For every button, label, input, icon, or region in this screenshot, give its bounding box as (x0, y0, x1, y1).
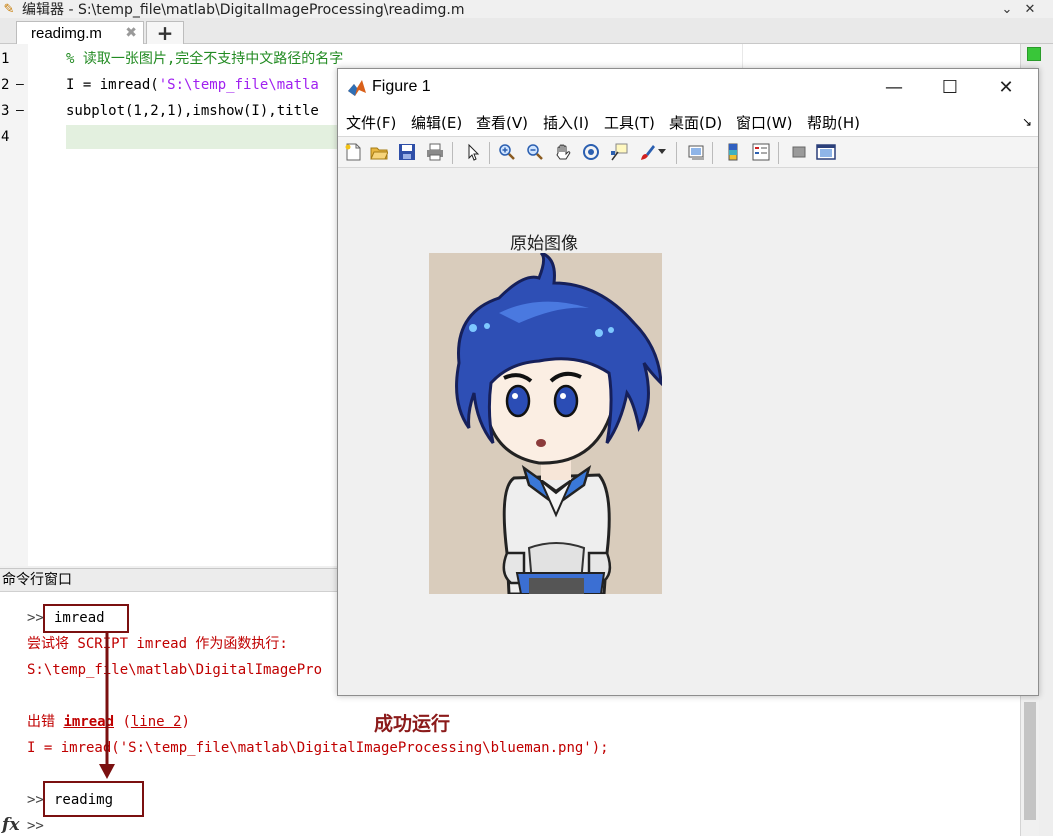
error-paren: ( (114, 714, 131, 730)
tab-readimg[interactable]: readimg.m ✖ (16, 21, 144, 44)
figure-titlebar[interactable]: Figure 1 — ☐ ✕ (338, 69, 1038, 106)
figure-menubar: 文件(F) 编辑(E) 查看(V) 插入(I) 工具(T) 桌面(D) 窗口(W… (338, 106, 1038, 136)
annotation-success: 成功运行 (374, 713, 451, 735)
code-string: 'S:\temp_file\matla (158, 77, 319, 93)
toolbar-separator (676, 142, 677, 164)
menu-window[interactable]: 窗口(W) (736, 112, 793, 133)
close-icon[interactable]: ✕ (1021, 0, 1039, 18)
save-icon[interactable] (396, 141, 418, 163)
toolbar-separator (712, 142, 713, 164)
show-plot-tools-icon[interactable] (815, 141, 837, 163)
menu-insert[interactable]: 插入(I) (543, 112, 589, 133)
line-number: 1 (1, 51, 10, 67)
error-location: 出错 imread (line 2) (27, 713, 190, 731)
error-prefix: 出错 (27, 714, 64, 730)
error-message: 尝试将 SCRIPT imread 作为函数执行: (27, 636, 288, 652)
brush-dropdown-icon[interactable] (656, 141, 668, 163)
colorbar-icon[interactable] (722, 141, 744, 163)
pointer-icon[interactable] (462, 141, 484, 163)
error-code-line: I = imread('S:\temp_file\matlab\DigitalI… (27, 740, 609, 756)
breakpoint-marker[interactable]: — (16, 98, 24, 124)
prompt[interactable]: >> (27, 817, 44, 835)
rotate-3d-icon[interactable] (580, 141, 602, 163)
highlight-box (43, 604, 129, 633)
figure-title: Figure 1 (372, 78, 431, 95)
menu-file[interactable]: 文件(F) (346, 112, 396, 133)
error-paren: ) (181, 714, 190, 730)
code-line-2: I = imread('S:\temp_file\matla (66, 72, 319, 98)
fx-icon[interactable]: fx (2, 815, 19, 835)
code-text: I = imread( (66, 77, 159, 93)
error-line-link[interactable]: line 2 (131, 714, 182, 730)
code-line-1: % 读取一张图片,完全不支持中文路径的名字 (66, 51, 344, 67)
link-plot-icon[interactable] (686, 141, 708, 163)
toolbar-separator (452, 142, 453, 164)
pan-hand-icon[interactable] (552, 141, 574, 163)
error-path: S:\temp_file\matlab\DigitalImagePro (27, 662, 323, 678)
menu-edit[interactable]: 编辑(E) (411, 112, 462, 133)
dock-arrow-icon[interactable]: ↘ (1022, 115, 1032, 129)
close-icon[interactable]: ✕ (978, 69, 1034, 106)
editor-window-title: 编辑器 - S:\temp_file\matlab\DigitalImagePr… (22, 2, 465, 18)
legend-icon[interactable] (750, 141, 772, 163)
toolbar-separator (778, 142, 779, 164)
figure-window[interactable]: Figure 1 — ☐ ✕ 文件(F) 编辑(E) 查看(V) 插入(I) 工… (337, 68, 1039, 696)
add-tab-button[interactable]: + (146, 21, 184, 45)
menu-tools[interactable]: 工具(T) (604, 112, 655, 133)
code-analyzer-status-icon[interactable] (1027, 47, 1041, 61)
breakpoint-marker[interactable]: — (16, 72, 24, 98)
hide-plot-tools-icon[interactable] (788, 141, 810, 163)
matlab-logo-icon (348, 80, 366, 96)
code-line-3: subplot(1,2,1),imshow(I),title (66, 103, 319, 119)
cartoon-boy-image (429, 253, 662, 594)
error-file-link[interactable]: imread (63, 714, 114, 730)
print-icon[interactable] (424, 141, 446, 163)
editor-pencil-icon: ✎ (3, 1, 15, 17)
prompt: >> (27, 792, 44, 808)
figure-canvas[interactable]: 原始图像 (338, 169, 1038, 695)
menu-help[interactable]: 帮助(H) (807, 112, 860, 133)
dropdown-circle-icon[interactable]: ⌄ (998, 0, 1016, 18)
axes-title: 原始图像 (510, 234, 578, 254)
maximize-icon[interactable]: ☐ (922, 69, 978, 106)
prompt: >> (27, 610, 44, 626)
image-display[interactable] (429, 253, 662, 594)
editor-tab-strip: readimg.m ✖ + (0, 18, 1053, 45)
tab-close-icon[interactable]: ✖ (125, 25, 137, 41)
line-number: 4 (1, 129, 10, 145)
figure-toolbar (338, 136, 1038, 168)
new-figure-icon[interactable] (342, 141, 364, 163)
zoom-in-icon[interactable] (496, 141, 518, 163)
menu-desktop[interactable]: 桌面(D) (669, 112, 722, 133)
zoom-out-icon[interactable] (524, 141, 546, 163)
data-cursor-icon[interactable] (608, 141, 630, 163)
toolbar-separator (489, 142, 490, 164)
scrollbar-thumb[interactable] (1024, 702, 1036, 820)
highlight-box (43, 781, 144, 817)
open-file-icon[interactable] (368, 141, 390, 163)
editor-titlebar: ✎ 编辑器 - S:\temp_file\matlab\DigitalImage… (0, 0, 1053, 18)
menu-view[interactable]: 查看(V) (476, 112, 528, 133)
minimize-icon[interactable]: — (866, 69, 922, 106)
brush-icon[interactable] (636, 141, 658, 163)
tab-label: readimg.m (31, 24, 102, 42)
command-scrollbar[interactable] (1021, 700, 1039, 836)
